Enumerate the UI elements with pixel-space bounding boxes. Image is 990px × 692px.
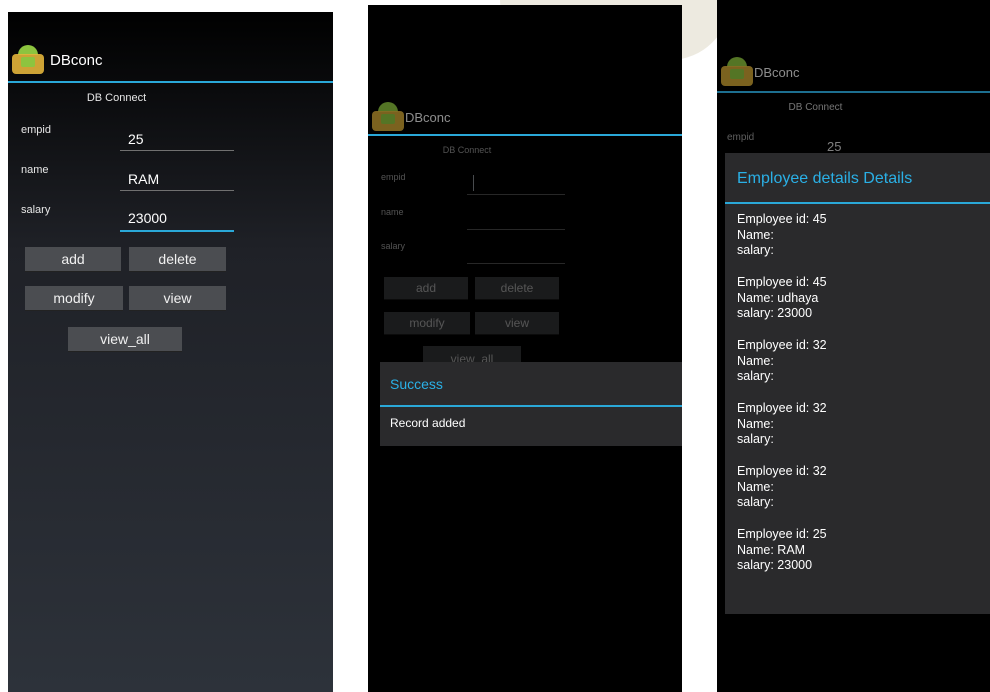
name-field[interactable]: RAM <box>120 168 234 191</box>
record-id: Employee id: 32 <box>737 338 827 352</box>
screen-form-filled: DBconc DB Connect empid 25 name RAM sala… <box>8 12 333 692</box>
page-header: DB Connect <box>442 145 492 155</box>
record-salary: salary: 23000 <box>737 306 813 320</box>
record-name: Name: udhaya <box>737 290 819 305</box>
record-id: Employee id: 45 <box>737 212 827 226</box>
salary-value: 23000 <box>128 210 167 226</box>
empid-label: empid <box>727 132 755 143</box>
record-salary: salary: <box>737 495 774 509</box>
add-button[interactable]: add <box>384 277 468 299</box>
screen-record-added: DBconc DB Connect empid name salary add … <box>368 5 682 692</box>
empid-field[interactable] <box>467 173 565 195</box>
record-id: Employee id: 32 <box>737 401 827 415</box>
name-label: name <box>21 164 49 176</box>
record-salary: salary: <box>737 243 774 257</box>
list-item: Employee id: 32 Name: salary: <box>737 464 827 511</box>
success-dialog: Success Record added <box>380 362 682 446</box>
add-button[interactable]: add <box>25 247 121 271</box>
dialog-divider <box>725 202 990 204</box>
name-field[interactable] <box>467 209 565 230</box>
salary-field[interactable] <box>467 243 565 264</box>
dialog-title: Employee details Details <box>737 170 913 187</box>
page-header: DB Connect <box>788 102 843 113</box>
android-app-icon <box>721 57 753 87</box>
app-title: DBconc <box>50 52 103 69</box>
list-item: Employee id: 45 Name: salary: <box>737 212 827 259</box>
android-app-icon <box>12 45 44 75</box>
delete-button[interactable]: delete <box>475 277 559 299</box>
name-label: name <box>381 207 404 217</box>
list-item: Employee id: 32 Name: salary: <box>737 338 827 385</box>
action-bar: DBconc <box>8 12 333 83</box>
record-name: Name: <box>737 416 774 431</box>
record-name: Name: <box>737 227 774 242</box>
empid-value[interactable]: 25 <box>827 139 841 154</box>
record-name: Name: <box>737 353 774 368</box>
delete-button[interactable]: delete <box>129 247 226 271</box>
list-item: Employee id: 25 Name: RAM salary: 23000 <box>737 527 827 574</box>
record-salary: salary: 23000 <box>737 558 813 572</box>
dialog-message: Record added <box>390 416 466 430</box>
empid-label: empid <box>381 172 406 182</box>
record-salary: salary: <box>737 432 774 446</box>
view-button[interactable]: view <box>475 312 559 334</box>
salary-label: salary <box>21 204 51 216</box>
record-id: Employee id: 25 <box>737 527 827 541</box>
screen-employee-list: DBconc DB Connect empid 25 Employee deta… <box>717 0 990 692</box>
modify-button[interactable]: modify <box>25 286 123 310</box>
text-cursor <box>473 175 474 191</box>
empid-label: empid <box>21 124 51 136</box>
action-bar: DBconc <box>368 5 682 136</box>
record-id: Employee id: 32 <box>737 464 827 478</box>
name-value: RAM <box>128 171 160 187</box>
app-title: DBconc <box>405 110 451 125</box>
record-id: Employee id: 45 <box>737 275 827 289</box>
salary-label: salary <box>381 241 406 251</box>
employee-details-dialog: Employee details Details Employee id: 45… <box>725 153 990 614</box>
record-salary: salary: <box>737 369 774 383</box>
action-bar: DBconc <box>717 0 990 93</box>
view-all-button[interactable]: view_all <box>68 327 182 351</box>
view-button[interactable]: view <box>129 286 226 310</box>
record-name: Name: <box>737 479 774 494</box>
dialog-divider <box>380 405 682 407</box>
page-header: DB Connect <box>86 92 147 104</box>
salary-field[interactable]: 23000 <box>120 206 234 232</box>
empid-field[interactable]: 25 <box>120 128 234 151</box>
app-title: DBconc <box>754 65 800 80</box>
empid-value: 25 <box>128 131 144 147</box>
modify-button[interactable]: modify <box>384 312 470 334</box>
list-item: Employee id: 32 Name: salary: <box>737 401 827 448</box>
record-name: Name: RAM <box>737 542 806 557</box>
android-app-icon <box>372 102 404 132</box>
list-item: Employee id: 45 Name: udhaya salary: 230… <box>737 275 827 322</box>
dialog-title: Success <box>390 376 443 392</box>
